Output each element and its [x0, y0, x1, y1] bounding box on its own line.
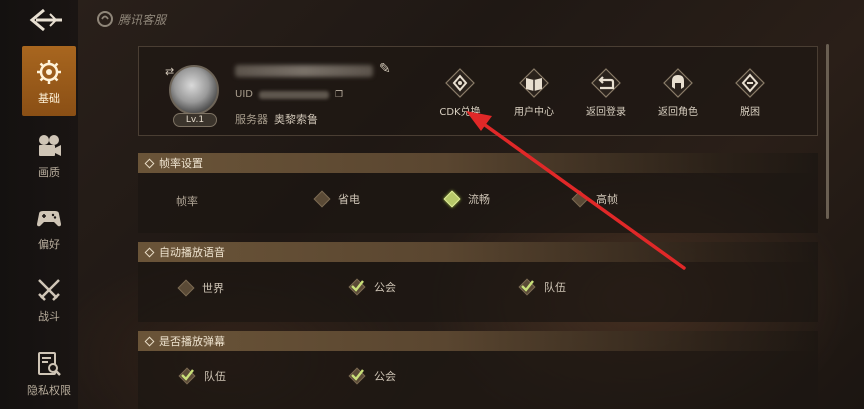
profile-panel: ⇄ Lv.1 ✎ UID ❐ 服务器 奥黎索鲁 CDK兑换 用户中心 返回登录 … — [138, 46, 818, 136]
sidebar: 基础 画质 偏好 战斗 隐私权限 — [0, 0, 78, 409]
option-guild[interactable]: 公会 — [348, 367, 396, 385]
unstuck-icon — [735, 68, 765, 98]
option-team[interactable]: 队伍 — [518, 278, 566, 296]
tencent-service-logo-icon — [97, 11, 113, 27]
helmet-icon — [663, 68, 693, 98]
option-team[interactable]: 队伍 — [178, 367, 226, 385]
book-icon — [519, 68, 549, 98]
crossed-swords-icon — [38, 278, 60, 301]
uid-value-redacted — [258, 90, 329, 99]
danmaku-section: 是否播放弹幕 队伍 公会 — [138, 331, 818, 409]
auto-voice-section: 自动播放语音 世界 公会 队伍 — [138, 242, 818, 322]
sidebar-item-label: 基础 — [38, 91, 60, 105]
section-header: 是否播放弹幕 — [138, 331, 818, 351]
option-power-save[interactable]: 省电 — [313, 190, 360, 208]
action-label: 用户中心 — [514, 107, 554, 118]
sidebar-item-privacy[interactable]: 隐私权限 — [22, 338, 76, 408]
server-row: 服务器 奥黎索鲁 — [235, 111, 318, 127]
section-header: 帧率设置 — [138, 153, 818, 173]
return-character-button[interactable]: 返回角色 — [643, 67, 713, 118]
checkmark-icon — [178, 367, 196, 385]
diamond-ornament-icon — [144, 247, 155, 257]
unstuck-button[interactable]: 脱困 — [715, 67, 785, 118]
section-header: 自动播放语音 — [138, 242, 818, 262]
scrollbar[interactable] — [826, 44, 829, 219]
section-title: 是否播放弹幕 — [159, 335, 225, 348]
option-world[interactable]: 世界 — [177, 279, 224, 297]
brand-header: 腾讯客服 — [96, 10, 166, 28]
diamond-ornament-icon — [144, 158, 155, 168]
section-title: 帧率设置 — [159, 157, 203, 170]
checkmark-icon — [348, 278, 366, 296]
option-label: 省电 — [338, 193, 360, 206]
radio-diamond-icon — [313, 190, 331, 208]
level-badge: Lv.1 — [173, 113, 217, 127]
option-guild[interactable]: 公会 — [348, 278, 396, 296]
sidebar-item-label: 偏好 — [38, 237, 60, 251]
server-value: 奥黎索鲁 — [274, 113, 318, 126]
section-title: 自动播放语音 — [159, 246, 225, 259]
option-high-fps[interactable]: 高帧 — [571, 190, 618, 208]
server-label: 服务器 — [235, 113, 268, 126]
return-login-button[interactable]: 返回登录 — [571, 67, 641, 118]
uid-label: UID — [235, 89, 253, 100]
gamepad-icon — [37, 210, 61, 226]
action-label: 脱困 — [740, 107, 760, 118]
avatar-group[interactable]: ⇄ Lv.1 — [165, 61, 223, 131]
avatar[interactable] — [169, 65, 219, 115]
brand-name: 腾讯客服 — [118, 12, 167, 27]
option-label: 世界 — [202, 282, 224, 295]
action-label: 返回登录 — [586, 107, 626, 118]
edit-pencil-icon[interactable]: ✎ — [379, 61, 391, 77]
radio-diamond-icon — [571, 190, 589, 208]
checkbox-diamond-icon — [177, 279, 195, 297]
sidebar-item-basic[interactable]: 基础 — [22, 46, 76, 116]
privacy-search-icon — [38, 351, 61, 376]
camera-icon — [39, 134, 61, 156]
checkmark-icon — [348, 367, 366, 385]
option-label: 队伍 — [544, 281, 566, 294]
gear-icon — [37, 59, 61, 84]
option-label: 流畅 — [468, 193, 490, 206]
framerate-row-label: 帧率 — [176, 195, 198, 208]
sidebar-item-label: 战斗 — [38, 309, 60, 323]
action-label: 返回角色 — [658, 107, 698, 118]
back-arrow-icon[interactable] — [20, 6, 64, 34]
copy-icon[interactable]: ❐ — [335, 90, 343, 100]
radio-diamond-selected-icon — [443, 190, 461, 208]
option-label: 公会 — [374, 281, 396, 294]
framerate-section: 帧率设置 帧率 省电 流畅 高帧 — [138, 153, 818, 233]
option-label: 公会 — [374, 370, 396, 383]
option-label: 队伍 — [204, 370, 226, 383]
diamond-ornament-icon — [144, 336, 155, 346]
sidebar-item-combat[interactable]: 战斗 — [22, 264, 76, 334]
sidebar-item-label: 画质 — [38, 165, 60, 179]
option-label: 高帧 — [596, 193, 618, 206]
diamond-emblem-icon — [445, 68, 475, 98]
player-name-redacted — [235, 65, 373, 77]
option-smooth[interactable]: 流畅 — [443, 190, 490, 208]
sidebar-item-label: 隐私权限 — [27, 383, 71, 397]
action-label: CDK兑换 — [439, 107, 481, 118]
cdk-redeem-button[interactable]: CDK兑换 — [425, 67, 495, 118]
sidebar-item-preference[interactable]: 偏好 — [22, 192, 76, 262]
return-icon — [591, 68, 621, 98]
checkmark-icon — [518, 278, 536, 296]
sidebar-item-graphics[interactable]: 画质 — [22, 120, 76, 190]
user-center-button[interactable]: 用户中心 — [499, 67, 569, 118]
uid-row: UID ❐ — [235, 89, 343, 100]
